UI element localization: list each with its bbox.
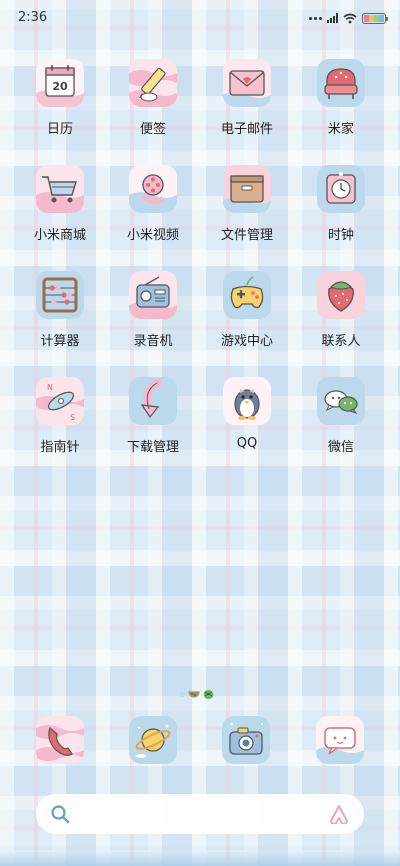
strawberry-icon	[317, 271, 365, 319]
app-mi-video[interactable]: 小米视频	[108, 165, 198, 261]
folder-icon	[223, 165, 271, 213]
app-label: 计算器	[40, 334, 80, 349]
search-bar[interactable]	[36, 794, 364, 834]
message-bubble-icon	[316, 716, 364, 764]
planet-icon	[129, 716, 177, 764]
assistant-icon[interactable]	[328, 804, 350, 828]
battery-icon	[362, 12, 388, 24]
gamepad-icon	[223, 271, 271, 319]
sofa-icon	[317, 59, 365, 107]
more-dots-icon	[309, 16, 322, 20]
app-label: 米家	[327, 122, 354, 137]
film-reel-icon	[129, 165, 177, 213]
wifi-icon	[343, 9, 357, 28]
dock-browser[interactable]	[129, 716, 177, 764]
app-contacts[interactable]: 联系人	[296, 271, 386, 367]
app-label: 便签	[139, 122, 166, 137]
clock-icon	[317, 165, 365, 213]
abacus-icon	[36, 271, 84, 319]
status-time: 2:36	[18, 10, 48, 25]
app-label: 联系人	[321, 334, 361, 349]
app-game-center[interactable]: 游戏中心	[202, 271, 292, 367]
app-label: 文件管理	[220, 228, 273, 243]
app-notes[interactable]: 便签	[108, 59, 198, 155]
app-mi-store[interactable]: 小米商城	[15, 165, 105, 261]
app-label: 小米视频	[126, 228, 179, 243]
app-downloads[interactable]: 下载管理	[108, 377, 198, 473]
app-compass[interactable]: N S 指南针	[15, 377, 105, 473]
app-label: 录音机	[133, 334, 173, 349]
app-recorder[interactable]: 录音机	[108, 271, 198, 367]
app-label: 日历	[46, 122, 73, 137]
page-indicator[interactable]	[180, 685, 214, 704]
dock-messages[interactable]	[316, 716, 364, 764]
status-icons	[309, 9, 388, 28]
signal-icon	[327, 13, 338, 23]
envelope-icon	[223, 59, 271, 107]
shopping-cart-icon	[36, 165, 84, 213]
camera-icon	[222, 716, 270, 764]
calendar-icon: 20	[36, 59, 84, 107]
compass-icon: N S	[36, 377, 84, 425]
app-label: 游戏中心	[220, 334, 273, 349]
calendar-date: 20	[52, 80, 68, 93]
app-clock[interactable]: 时钟	[296, 165, 386, 261]
app-qq[interactable]: QQ	[202, 377, 292, 473]
download-arrow-icon	[129, 377, 177, 425]
app-mi-home[interactable]: 米家	[296, 59, 386, 155]
radio-icon	[129, 271, 177, 319]
app-calendar[interactable]: 20 日历	[15, 59, 105, 155]
app-label: 下载管理	[126, 440, 179, 455]
phone-icon	[36, 716, 84, 764]
search-icon[interactable]	[50, 804, 70, 828]
app-email[interactable]: 电子邮件	[202, 59, 292, 155]
penguin-icon	[223, 377, 271, 425]
app-label: 电子邮件	[220, 122, 273, 137]
status-bar: 2:36	[0, 0, 400, 36]
app-file-manager[interactable]: 文件管理	[202, 165, 292, 261]
app-label: 指南针	[40, 440, 80, 455]
dock-camera[interactable]	[222, 716, 270, 764]
app-label: QQ	[236, 436, 258, 451]
compass-north-label: N	[47, 383, 53, 392]
app-calculator[interactable]: 计算器	[15, 271, 105, 367]
page-dot-icon	[180, 692, 185, 697]
dock-phone[interactable]	[36, 716, 84, 764]
watermelon-dot-icon	[188, 685, 200, 704]
app-wechat[interactable]: 微信	[296, 377, 386, 473]
bottom-wallpaper-edge	[0, 846, 400, 866]
chat-bubbles-icon	[317, 377, 365, 425]
app-label: 微信	[327, 440, 354, 455]
compass-south-label: S	[70, 413, 75, 422]
notes-icon	[129, 59, 177, 107]
app-label: 小米商城	[33, 228, 86, 243]
app-label: 时钟	[327, 228, 354, 243]
melon-dot-icon	[203, 685, 214, 704]
